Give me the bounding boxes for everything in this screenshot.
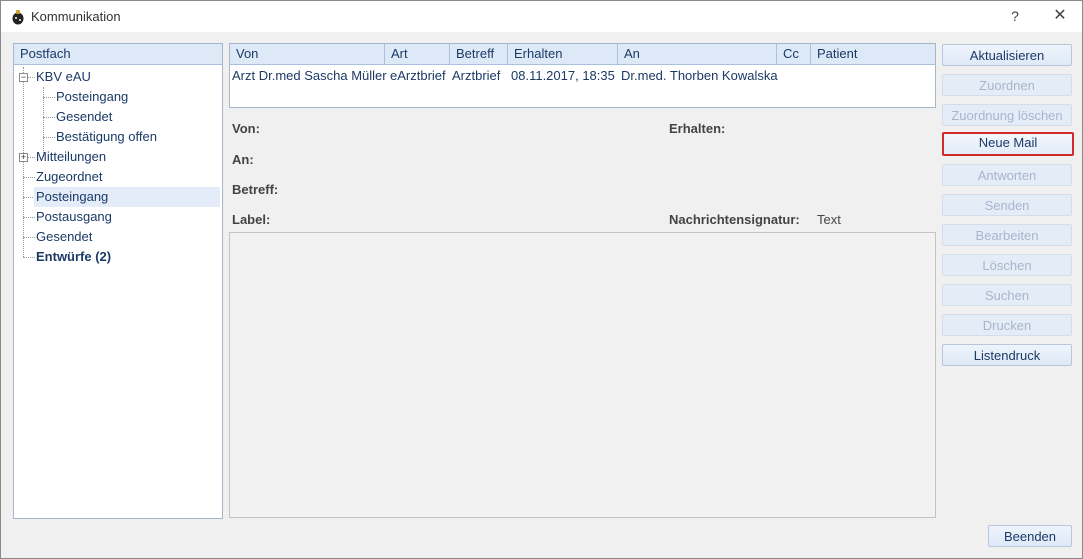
zuordnung-loeschen-button[interactable]: Zuordnung löschen: [942, 104, 1072, 126]
column-betreff[interactable]: Betreff: [450, 44, 508, 64]
tree-item-posteingang[interactable]: Posteingang: [34, 187, 220, 207]
collapse-icon[interactable]: −: [19, 73, 28, 82]
message-detail: Von: An: Betreff: Label: Erhalten: Nachr…: [229, 109, 934, 239]
label-label: Label:: [232, 212, 271, 227]
antworten-button[interactable]: Antworten: [942, 164, 1072, 186]
window-title: Kommunikation: [31, 9, 121, 24]
cell-patient: [814, 66, 816, 86]
tree-header: Postfach: [14, 44, 222, 65]
message-body[interactable]: [229, 232, 936, 518]
erhalten-label: Erhalten:: [669, 121, 726, 136]
expand-icon[interactable]: +: [19, 153, 28, 162]
neue-mail-button[interactable]: Neue Mail: [942, 132, 1074, 156]
tree-item-kbv-eau[interactable]: KBV eAU: [34, 67, 93, 87]
cell-art: eArztbrief: [390, 68, 446, 83]
zuordnen-button[interactable]: Zuordnen: [942, 74, 1072, 96]
senden-button[interactable]: Senden: [942, 194, 1072, 216]
signatur-value: Text: [817, 212, 841, 227]
title-bar: Kommunikation ? ✕: [1, 1, 1082, 32]
tree-item-kbv-gesendet[interactable]: Gesendet: [54, 107, 114, 127]
cell-betreff: Arztbrief: [452, 68, 501, 83]
app-icon: [12, 10, 24, 25]
an-label: An:: [232, 152, 254, 167]
close-icon[interactable]: ✕: [1046, 5, 1074, 27]
kommunikation-window: Kommunikation ? ✕ Postfach − + KBV eAU P…: [0, 0, 1083, 559]
beenden-button[interactable]: Beenden: [988, 525, 1072, 547]
listendruck-button[interactable]: Listendruck: [942, 344, 1072, 366]
column-patient[interactable]: Patient: [811, 44, 935, 64]
column-erhalten[interactable]: Erhalten: [508, 44, 618, 64]
tree-item-gesendet[interactable]: Gesendet: [34, 227, 94, 247]
column-von[interactable]: Von: [230, 44, 385, 64]
tree-item-mitteilungen[interactable]: Mitteilungen: [34, 147, 108, 167]
grid-header: Von Art Betreff Erhalten An Cc Patient: [230, 44, 935, 65]
bearbeiten-button[interactable]: Bearbeiten: [942, 224, 1072, 246]
von-label: Von:: [232, 121, 260, 136]
mailbox-tree-panel: Postfach − + KBV eAU Posteingang Gesende…: [13, 43, 223, 519]
tree-item-kbv-posteingang[interactable]: Posteingang: [54, 87, 130, 107]
tree-line: [23, 67, 24, 257]
cell-cc: [780, 66, 782, 86]
signatur-label: Nachrichtensignatur:: [669, 212, 800, 227]
drucken-button[interactable]: Drucken: [942, 314, 1072, 336]
betreff-label: Betreff:: [232, 182, 279, 197]
column-cc[interactable]: Cc: [777, 44, 811, 64]
suchen-button[interactable]: Suchen: [942, 284, 1072, 306]
cell-erhalten: 08.11.2017, 18:35: [511, 68, 615, 83]
cell-an: Dr.med. Thorben Kowalska: [621, 68, 778, 83]
tree-item-zugeordnet[interactable]: Zugeordnet: [34, 167, 105, 187]
message-grid: Von Art Betreff Erhalten An Cc Patient A…: [229, 43, 936, 108]
column-art[interactable]: Art: [385, 44, 450, 64]
loeschen-button[interactable]: Löschen: [942, 254, 1072, 276]
tree-item-postausgang[interactable]: Postausgang: [34, 207, 114, 227]
aktualisieren-button[interactable]: Aktualisieren: [942, 44, 1072, 66]
help-icon[interactable]: ?: [1001, 5, 1029, 27]
tree-item-bestaetigung-offen[interactable]: Bestätigung offen: [54, 127, 159, 147]
tree-item-entwuerfe[interactable]: Entwürfe (2): [34, 247, 113, 267]
column-an[interactable]: An: [618, 44, 777, 64]
cell-von: Arzt Dr.med Sascha Müller: [232, 68, 387, 83]
